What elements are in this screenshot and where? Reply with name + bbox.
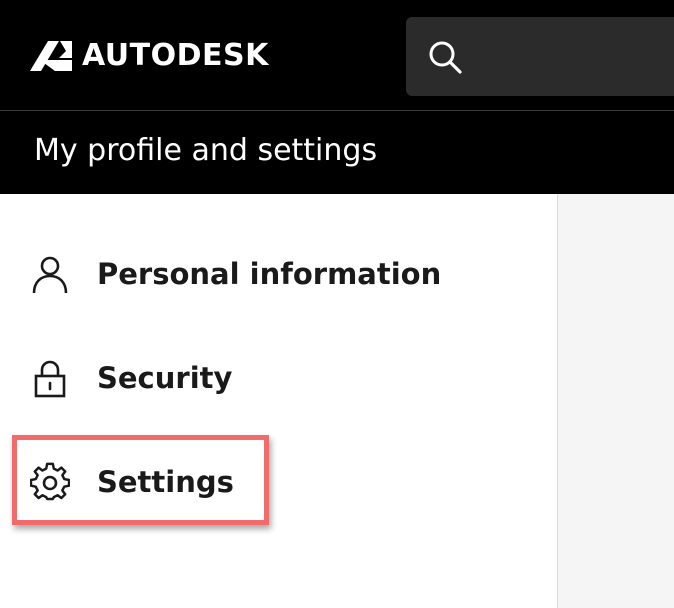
sidebar-item-personal-information[interactable]: Personal information: [0, 244, 557, 304]
sidebar-item-label: Settings: [97, 465, 234, 499]
sidebar-item-label: Personal information: [97, 257, 442, 291]
main-content-area: [558, 194, 674, 608]
top-navigation-bar: AUTODESK: [0, 0, 674, 110]
sidebar-item-settings[interactable]: Settings: [0, 452, 557, 512]
sidebar: Personal information Security Settings: [0, 194, 558, 608]
search-box[interactable]: [406, 17, 674, 96]
sidebar-item-label: Security: [97, 361, 233, 395]
brand-name: AUTODESK: [82, 38, 269, 73]
page-title: My profile and settings: [34, 133, 378, 168]
search-icon[interactable]: [428, 40, 462, 74]
autodesk-logo-icon: [30, 41, 72, 71]
lock-icon: [34, 360, 66, 398]
autodesk-logo[interactable]: AUTODESK: [30, 38, 269, 74]
gear-icon: [30, 462, 70, 501]
sidebar-item-security[interactable]: Security: [0, 348, 557, 408]
page-header: My profile and settings: [0, 110, 674, 194]
person-icon: [32, 256, 68, 294]
